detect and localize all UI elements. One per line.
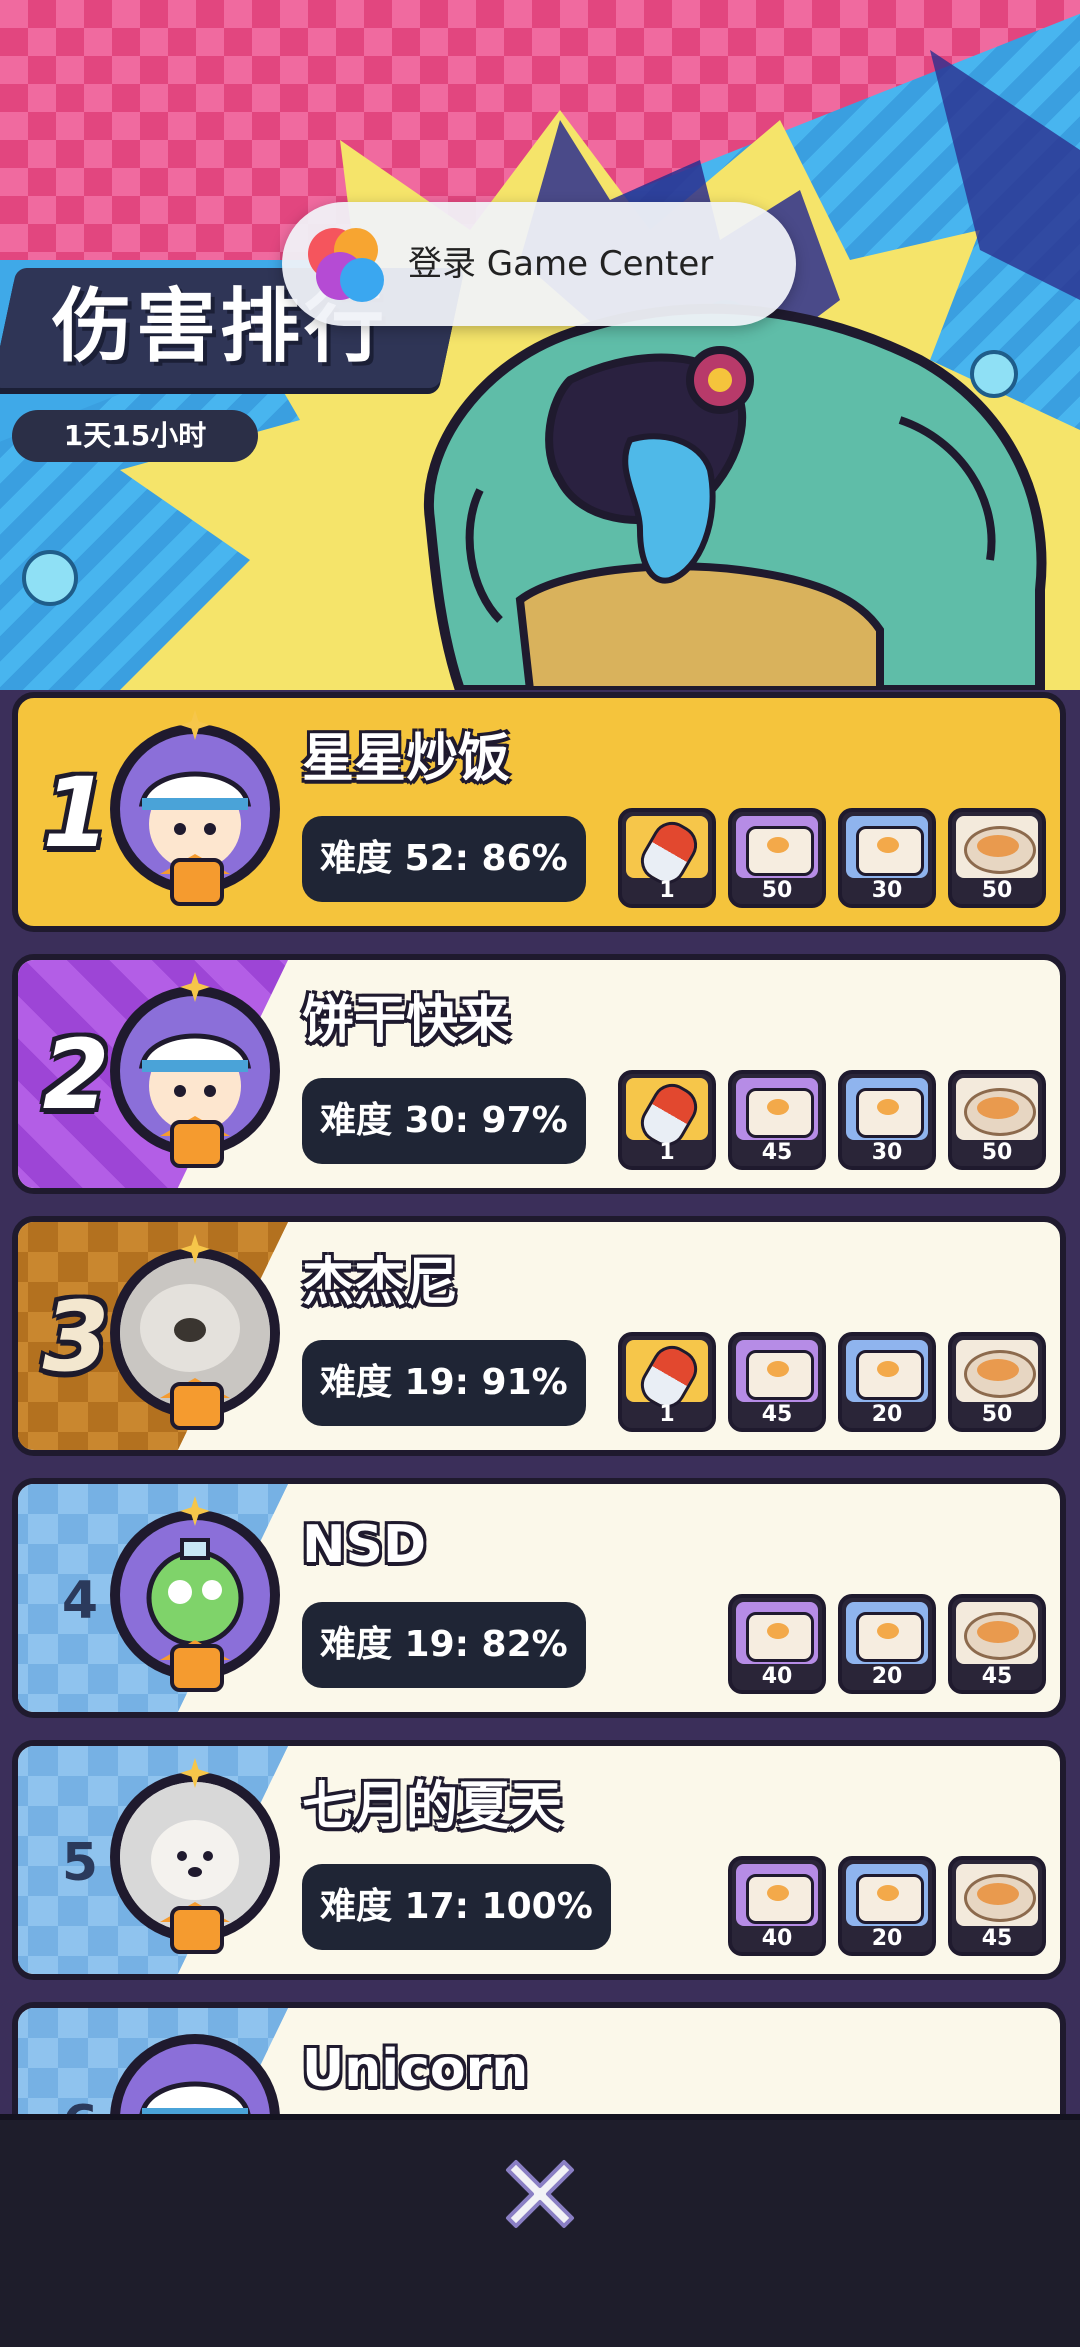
item-count: 45	[981, 1664, 1013, 1689]
item-count: 20	[871, 1402, 903, 1427]
reward-item[interactable]: 50	[948, 808, 1046, 908]
player-name: 杰杰尼	[302, 1253, 459, 1313]
rank-number: 5	[61, 1833, 99, 1893]
reward-items: 1 45 20 50	[618, 1332, 1046, 1436]
rank-number: 3	[42, 1281, 110, 1393]
leaderboard-row[interactable]: 6 Unicorn	[12, 2002, 1066, 2114]
blue-lunchbox-icon	[856, 826, 924, 876]
reward-item[interactable]: 1	[618, 808, 716, 908]
leaderboard-row[interactable]: 4 NSD 难度 19: 82% 40 20 45	[12, 1478, 1066, 1718]
item-count: 20	[871, 1664, 903, 1689]
leaderboard-row[interactable]: 1 星星炒饭 难度 52: 86% 1 50 30 50	[12, 692, 1066, 932]
reward-item[interactable]: 1	[618, 1070, 716, 1170]
item-count: 30	[871, 878, 903, 903]
bread-plate-icon	[964, 1088, 1036, 1136]
rank-badge-icon	[170, 1644, 224, 1692]
reward-items: 1 45 30 50	[618, 1070, 1046, 1174]
reward-item[interactable]: 40	[728, 1856, 826, 1956]
purple-lunchbox-icon	[746, 1088, 814, 1138]
blue-lunchbox-icon	[856, 1088, 924, 1138]
reward-items: 40 20 45	[728, 1856, 1046, 1960]
leaderboard-row[interactable]: 3 杰杰尼 难度 19: 91% 1 45 20 50	[12, 1216, 1066, 1456]
item-count: 50	[981, 1140, 1013, 1165]
reward-item[interactable]: 20	[838, 1332, 936, 1432]
item-count: 50	[981, 1402, 1013, 1427]
player-name: 星星炒饭	[302, 729, 511, 789]
player-name: 饼干快来	[302, 991, 511, 1051]
game-center-label[interactable]: 登录 Game Center	[408, 238, 713, 290]
difficulty-badge: 难度 19: 91%	[302, 1340, 586, 1426]
item-count: 1	[659, 878, 675, 903]
reward-items: 1 50 30 50	[618, 808, 1046, 912]
reward-item[interactable]: 20	[838, 1856, 936, 1956]
boss-fish-creature-icon	[423, 303, 1047, 690]
item-count: 50	[761, 878, 793, 903]
blue-lunchbox-icon	[856, 1350, 924, 1400]
reward-item[interactable]: 50	[948, 1332, 1046, 1432]
purple-lunchbox-icon	[746, 1350, 814, 1400]
reward-item[interactable]: 50	[728, 808, 826, 908]
rank-number: 2	[42, 1019, 110, 1131]
reward-item[interactable]: 45	[948, 1856, 1046, 1956]
leaderboard-list[interactable]: 1 星星炒饭 难度 52: 86% 1 50 30 50 2 饼干快来 难度 3…	[0, 690, 1080, 2114]
bread-plate-icon	[964, 826, 1036, 874]
reward-item[interactable]: 45	[948, 1594, 1046, 1694]
difficulty-badge: 难度 30: 97%	[302, 1078, 586, 1164]
player-name: Unicorn	[302, 2039, 529, 2099]
leaderboard-row[interactable]: 5 七月的夏天 难度 17: 100% 40 20 45	[12, 1740, 1066, 1980]
reward-item[interactable]: 30	[838, 1070, 936, 1170]
rank-number: 6	[40, 2070, 120, 2114]
bread-plate-icon	[964, 1350, 1036, 1398]
blue-lunchbox-icon	[856, 1612, 924, 1662]
item-count: 45	[761, 1140, 793, 1165]
item-count: 40	[761, 1664, 793, 1689]
item-count: 50	[981, 878, 1013, 903]
item-count: 30	[871, 1140, 903, 1165]
item-count: 1	[659, 1402, 675, 1427]
boss-banner: 伤害排行 1天15小时 登录 Game Center	[0, 0, 1080, 690]
purple-lunchbox-icon	[746, 826, 814, 876]
purple-lunchbox-icon	[746, 1874, 814, 1924]
reward-item[interactable]: 30	[838, 808, 936, 908]
item-count: 40	[761, 1926, 793, 1951]
rank-badge-icon	[170, 1906, 224, 1954]
bread-plate-icon	[964, 1612, 1036, 1660]
item-count: 45	[981, 1926, 1013, 1951]
reward-items: 40 20 45	[728, 1594, 1046, 1698]
leaderboard-row[interactable]: 2 饼干快来 难度 30: 97% 1 45 30 50	[12, 954, 1066, 1194]
player-name: NSD	[302, 1515, 427, 1575]
item-count: 45	[761, 1402, 793, 1427]
difficulty-badge: 难度 52: 86%	[302, 816, 586, 902]
rank-badge-icon	[170, 858, 224, 906]
difficulty-badge: 难度 19: 82%	[302, 1602, 586, 1688]
bubble-decoration	[22, 550, 78, 606]
rank-number: 4	[61, 1571, 99, 1631]
player-name: 七月的夏天	[302, 1777, 563, 1837]
reward-item[interactable]: 20	[838, 1594, 936, 1694]
difficulty-badge: 难度 17: 100%	[302, 1864, 611, 1950]
purple-lunchbox-icon	[746, 1612, 814, 1662]
item-count: 20	[871, 1926, 903, 1951]
blue-lunchbox-icon	[856, 1874, 924, 1924]
reward-item[interactable]: 50	[948, 1070, 1046, 1170]
bread-plate-icon	[964, 1874, 1036, 1922]
rank-badge-icon	[170, 1382, 224, 1430]
reward-item[interactable]: 1	[618, 1332, 716, 1432]
rank-number: 1	[42, 757, 110, 869]
rank-badge-icon	[170, 1120, 224, 1168]
item-count: 1	[659, 1140, 675, 1165]
reward-item[interactable]: 45	[728, 1070, 826, 1170]
close-x-icon[interactable]	[502, 2156, 578, 2232]
event-timer: 1天15小时	[12, 410, 258, 462]
game-center-icon	[308, 228, 384, 302]
reward-item[interactable]: 40	[728, 1594, 826, 1694]
boy-avatar-icon	[139, 2081, 251, 2114]
reward-item[interactable]: 45	[728, 1332, 826, 1432]
